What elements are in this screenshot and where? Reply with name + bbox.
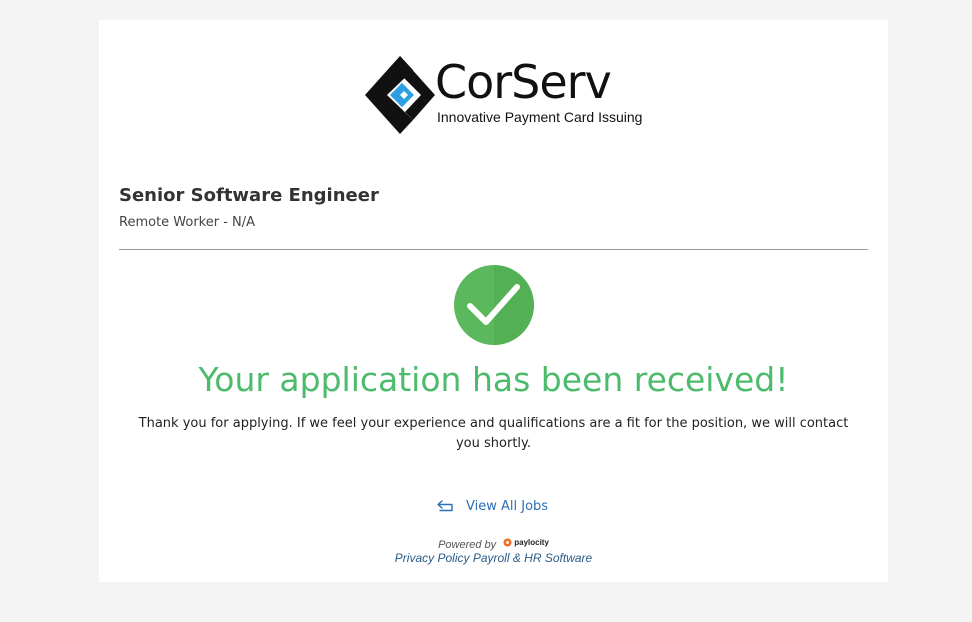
privacy-policy-link[interactable]: Privacy Policy bbox=[395, 551, 470, 565]
logo-wordmark: CorServ bbox=[435, 55, 612, 109]
paylocity-logo: paylocity bbox=[503, 538, 549, 547]
powered-by-label: Powered by bbox=[438, 539, 497, 551]
divider bbox=[119, 249, 868, 250]
powered-by: Powered by paylocity bbox=[99, 538, 888, 551]
corserv-logo-icon bbox=[365, 56, 435, 134]
checkmark-circle-icon bbox=[454, 265, 534, 345]
company-logo: CorServ Innovative Payment Card Issuing bbox=[355, 50, 645, 142]
confirmation-message: Thank you for applying. If we feel your … bbox=[138, 416, 849, 451]
return-arrow-icon bbox=[437, 500, 453, 512]
footer-links: Privacy Policy Payroll & HR Software bbox=[99, 551, 888, 565]
confirmation-headline: Your application has been received! bbox=[198, 360, 789, 399]
job-title: Senior Software Engineer bbox=[119, 185, 379, 206]
job-location: Remote Worker - N/A bbox=[119, 215, 256, 230]
application-card: CorServ Innovative Payment Card Issuing … bbox=[99, 20, 888, 582]
logo-tagline: Innovative Payment Card Issuing bbox=[437, 109, 643, 125]
paylocity-wordmark: paylocity bbox=[514, 538, 549, 547]
view-all-jobs-link[interactable]: View All Jobs bbox=[437, 496, 548, 516]
paylocity-icon bbox=[503, 538, 512, 547]
payroll-hr-software-link[interactable]: Payroll & HR Software bbox=[473, 551, 592, 565]
view-all-jobs-label: View All Jobs bbox=[466, 498, 549, 514]
